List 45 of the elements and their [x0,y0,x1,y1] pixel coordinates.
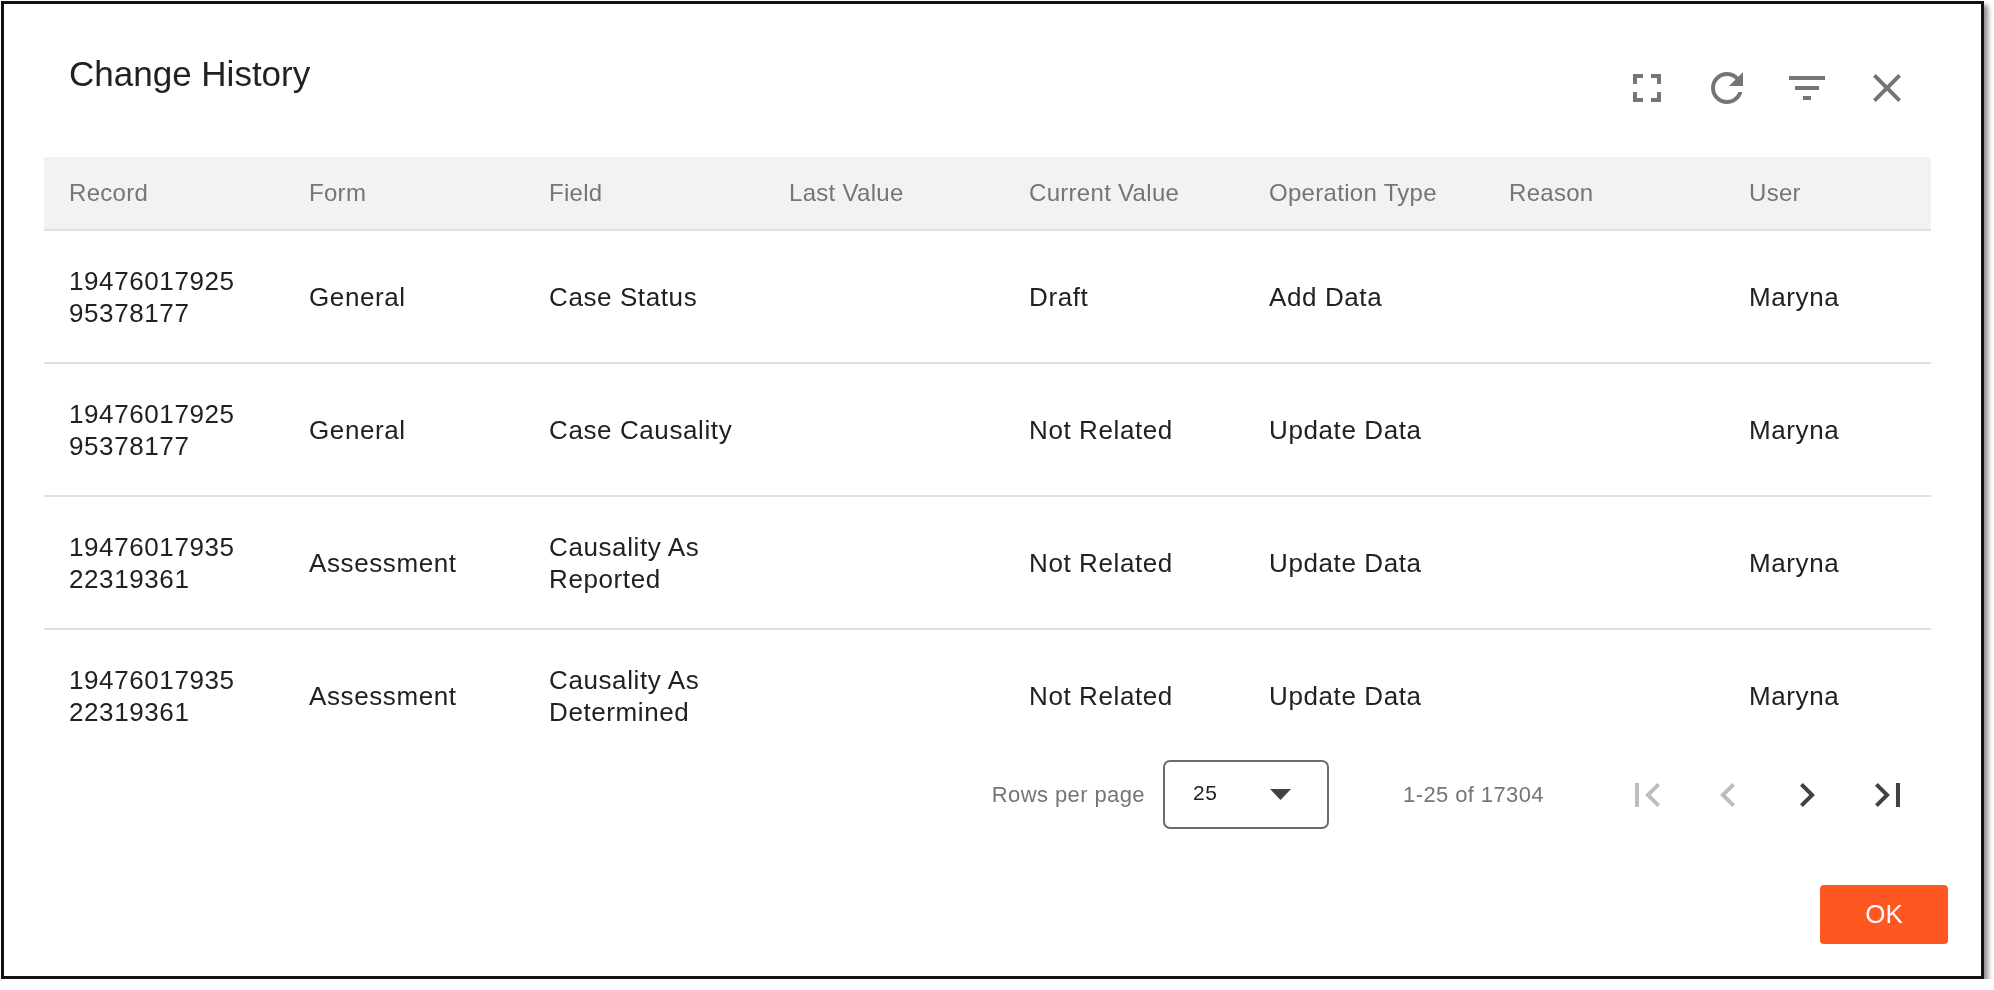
user-cell: Maryna [1749,413,1840,446]
column-header: Form [309,179,367,207]
user-cell: Maryna [1749,280,1840,313]
column-header: Last Value [789,179,904,207]
form-cell: Assessment [309,546,457,579]
record-id-cell-text: 1947601792595378177 [69,264,236,329]
fullscreen-icon [1633,74,1661,102]
operation-type-cell: Update Data [1269,679,1422,712]
current-value-cell: Not Related [1029,413,1173,446]
user-cell: Maryna [1749,679,1840,712]
form-cell: Assessment [309,679,457,712]
operation-type-cell: Update Data [1269,413,1422,446]
column-header: Operation Type [1269,179,1437,207]
operation-type-cell: Add Data [1269,280,1383,313]
operation-type-cell: Update Data [1269,546,1422,579]
column-header: Reason [1509,179,1594,207]
close-icon [1873,74,1901,102]
user-cell: Maryna [1749,546,1840,579]
column-header: User [1749,179,1801,207]
rows-per-page-select[interactable]: 25 [1163,760,1329,829]
record-id-cell-text: 1947601793522319361 [69,530,236,595]
column-header: Current Value [1029,179,1180,207]
current-value-cell: Not Related [1029,679,1173,712]
current-value-cell: Draft [1029,280,1089,313]
dialog-title: Change History [69,53,311,95]
filter-icon [1789,76,1825,100]
form-cell: General [309,413,406,446]
page-range-text: 1-25 of 17304 [1403,781,1544,808]
last-page-icon [1874,782,1900,807]
current-value-cell: Not Related [1029,546,1173,579]
form-cell: General [309,280,406,313]
first-page-icon [1634,782,1660,807]
field-name-cell: Case Status [549,280,698,313]
caret-icon [1270,789,1291,800]
field-name-cell: Case Causality [549,413,733,446]
column-header: Record [69,179,149,207]
field-name-cell-text: Causality As Reported [549,530,701,595]
chevron-left-icon [1719,782,1735,807]
field-name-cell-text: Causality As Determined [549,663,701,728]
refresh-icon [1711,72,1743,104]
record-id-cell-text: 1947601793522319361 [69,663,236,728]
record-id-cell-text: 1947601792595378177 [69,397,236,462]
chevron-right-icon [1799,782,1815,807]
column-header: Field [549,179,603,207]
rows-per-page-label: Rows per page [991,781,1145,808]
